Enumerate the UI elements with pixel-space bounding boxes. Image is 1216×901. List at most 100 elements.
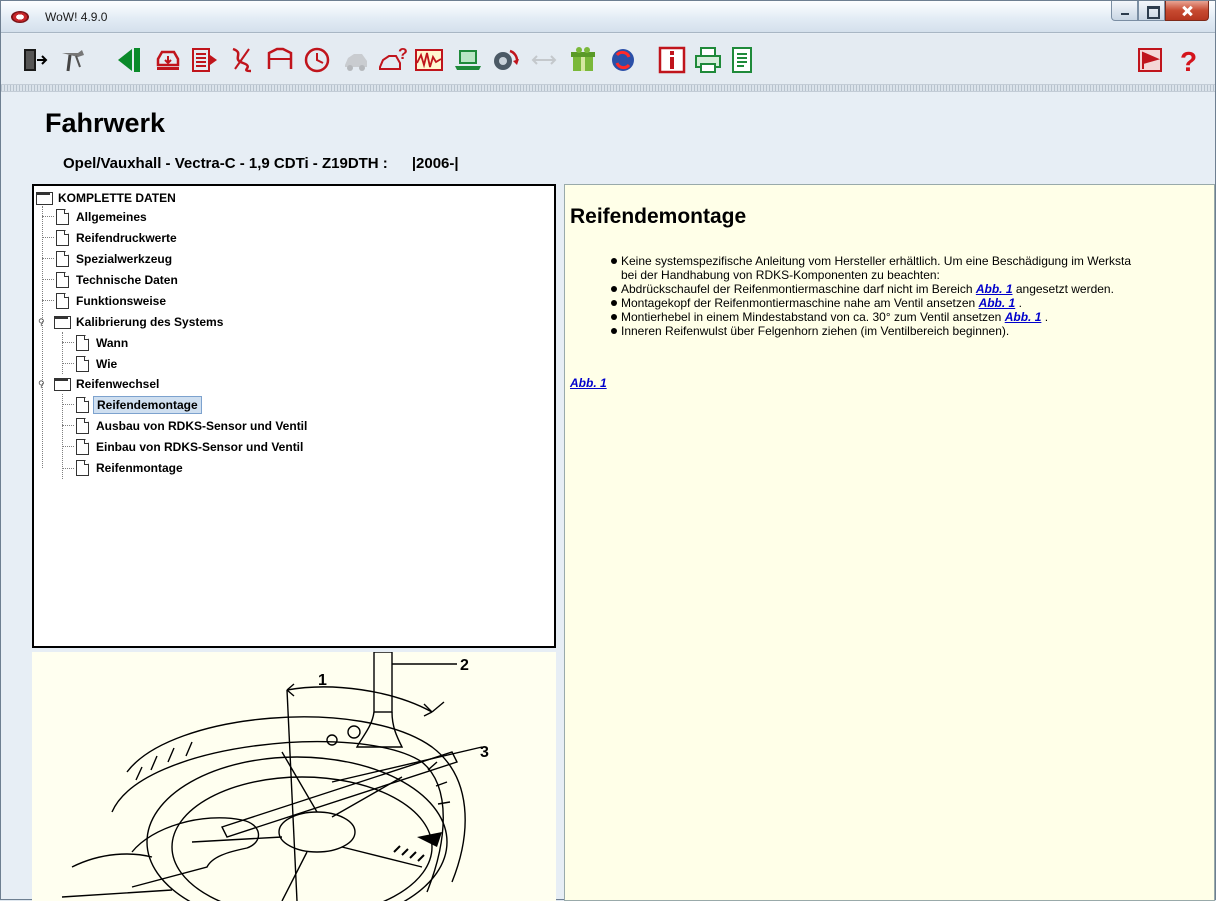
document-icon [76,397,89,413]
car-frame-icon[interactable] [264,44,294,74]
document-icon [56,272,69,288]
document-icon [76,418,89,434]
list-item-text: bei der Handhabung von RDKS-Komponenten … [621,268,940,282]
tree-connector [62,425,74,426]
list-item-continuation: bei der Handhabung von RDKS-Komponenten … [609,268,1214,282]
tree-item-label: Funktionsweise [76,294,167,308]
document-icon [56,251,69,267]
car-lift-icon[interactable] [152,44,182,74]
list-item: Abdrückschaufel der Reifenmontiermaschin… [609,282,1214,296]
tire-removal-illustration: 1 2 3 [61,652,489,901]
tree-item-label: Reifendemontage [93,396,202,414]
tree-connector [62,332,63,374]
oscilloscope-icon[interactable] [413,44,443,74]
list-item-text: Montierhebel in einem Mindestabstand von… [621,310,1002,324]
tree-item-label: Kalibrierung des Systems [76,315,224,329]
tree-item-label: Technische Daten [76,273,178,287]
close-button[interactable] [1165,1,1209,21]
tree-item-wie[interactable]: Wie [76,354,120,374]
tools-icon[interactable] [57,44,87,74]
list-item-text: Keine systemspezifische Anleitung vom He… [621,254,1132,268]
page-title: Fahrwerk [45,108,166,138]
exit-door-icon[interactable] [18,44,48,74]
tree-item-allgemeines[interactable]: Allgemeines [56,207,150,227]
arrow-disabled-icon [528,44,558,74]
tree-connector [42,216,54,217]
list-item-text: angesetzt werden. [1015,282,1114,296]
tree-connector [42,206,43,468]
document-icon [76,335,89,351]
tree-connector [42,258,54,259]
laptop-diagnosis-icon[interactable] [452,44,482,74]
list-item: Montagekopf der Reifenmontiermaschine na… [609,296,1214,310]
folder-icon [36,192,53,205]
car-rotate-icon[interactable] [489,44,519,74]
car-question-icon[interactable]: ? [377,44,408,74]
clock-icon[interactable] [301,44,331,74]
printer-icon[interactable] [692,44,722,74]
figure-link[interactable]: Abb. 1 [976,282,1013,296]
figure-link[interactable]: Abb. 1 [1005,310,1042,324]
expand-toggle-icon[interactable]: ⚲ [38,379,46,389]
tree-item-reifenmontage[interactable]: Reifenmontage [76,458,186,478]
tree-root-label: KOMPLETTE DATEN [58,191,176,205]
list-item-text: . [1018,296,1022,310]
tree-connector [42,300,54,301]
tree-item-einbau-rdks[interactable]: Einbau von RDKS-Sensor und Ventil [76,437,306,457]
tree-connector [42,237,54,238]
tree-connector [62,404,74,405]
tree-connector [42,279,54,280]
tree-item-ausbau-rdks[interactable]: Ausbau von RDKS-Sensor und Ventil [76,416,310,436]
expand-toggle-icon[interactable]: ⚲ [38,317,46,327]
folder-icon [54,316,71,329]
tree-item-wann[interactable]: Wann [76,333,131,353]
callout-3: 3 [480,744,489,761]
callout-1: 1 [318,672,327,689]
tree-item-reifendruckwerte[interactable]: Reifendruckwerte [56,228,180,248]
sync-icon[interactable] [607,44,637,74]
tree-connector [62,363,74,364]
instruction-list: Keine systemspezifische Anleitung vom He… [609,254,1214,338]
app-logo-icon [11,11,29,23]
wiring-icon[interactable] [226,44,256,74]
book-icon[interactable] [189,44,219,74]
callout-2: 2 [460,657,469,674]
vehicle-name: Opel/Vauxhall - Vectra-C - 1,9 CDTi - Z1… [63,155,388,172]
tree-item-label: Allgemeines [76,210,147,224]
tree-item-label: Ausbau von RDKS-Sensor und Ventil [96,419,308,433]
notepad-icon[interactable] [727,44,757,74]
figure-link[interactable]: Abb. 1 [979,296,1016,310]
tree-item-spezialwerkzeug[interactable]: Spezialwerkzeug [56,249,175,269]
minimize-button[interactable] [1111,1,1138,21]
tree-folder-kalibrierung[interactable]: Kalibrierung des Systems [54,312,226,332]
car-disabled-icon [340,44,370,74]
tree-item-label: Wann [96,336,129,350]
tree-connector [62,342,74,343]
svg-text:?: ? [398,46,408,63]
document-icon [56,230,69,246]
svg-text:?: ? [1180,46,1197,75]
flag-icon[interactable] [1134,44,1164,74]
tree-root[interactable]: KOMPLETTE DATEN [36,188,179,208]
title-bar: WoW! 4.9.0 [1,1,1215,33]
back-arrow-icon[interactable] [113,44,143,74]
tree-item-reifendemontage[interactable]: Reifendemontage [76,395,202,415]
document-icon [56,293,69,309]
window-controls [1111,1,1209,21]
gift-icon[interactable] [567,44,597,74]
help-icon[interactable]: ? [1173,44,1203,75]
folder-icon [54,378,71,391]
maximize-button[interactable] [1138,1,1165,21]
figure-anchor-link[interactable]: Abb. 1 [570,376,607,390]
list-item-text: . [1044,310,1049,324]
tree-item-label: Reifenwechsel [76,377,160,391]
tree-item-funktionsweise[interactable]: Funktionsweise [56,291,169,311]
document-icon [76,356,89,372]
tree-item-label: Wie [96,357,118,371]
window-title: WoW! 4.9.0 [45,10,108,24]
tree-item-label: Spezialwerkzeug [76,252,173,266]
tree-item-technische-daten[interactable]: Technische Daten [56,270,181,290]
tree-folder-reifenwechsel[interactable]: Reifenwechsel [54,374,162,394]
info-icon[interactable] [656,44,686,74]
vehicle-info: Opel/Vauxhall - Vectra-C - 1,9 CDTi - Z1… [63,155,459,172]
